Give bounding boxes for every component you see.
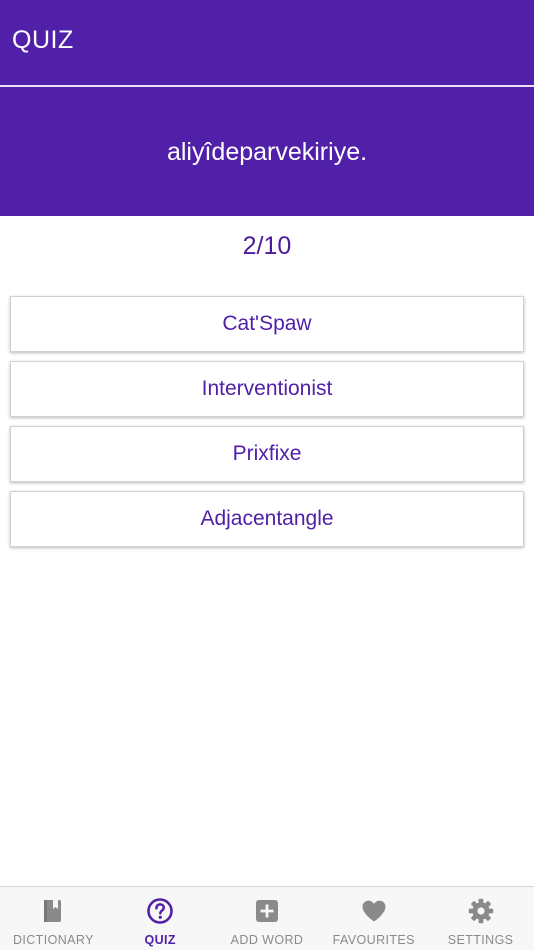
answer-option-4[interactable]: Adjacentangle bbox=[10, 491, 524, 547]
question-text: aliyîdeparvekiriye. bbox=[166, 138, 368, 166]
tab-dictionary-label: DICTIONARY bbox=[12, 933, 94, 947]
question-circle-icon bbox=[147, 898, 173, 924]
tab-favourites[interactable]: FAVOURITES bbox=[320, 887, 427, 950]
plus-square-icon bbox=[255, 900, 278, 922]
answer-option-1[interactable]: Cat'Spaw bbox=[10, 296, 524, 352]
header-bar: QUIZ bbox=[0, 0, 534, 86]
answer-option-2[interactable]: Interventionist bbox=[10, 361, 524, 417]
heart-icon bbox=[362, 900, 386, 922]
tab-dictionary[interactable]: DICTIONARY bbox=[0, 887, 107, 950]
tab-quiz[interactable]: QUIZ bbox=[107, 887, 214, 950]
app-screen: QUIZ aliyîdeparvekiriye. 2/10 Cat'Spaw I… bbox=[0, 0, 534, 950]
tab-favourites-label: FAVOURITES bbox=[332, 933, 415, 947]
question-panel: aliyîdeparvekiriye. bbox=[0, 87, 534, 216]
page-title: QUIZ bbox=[12, 26, 74, 54]
tab-add-word-label: ADD WORD bbox=[230, 933, 304, 947]
quiz-progress: 2/10 bbox=[242, 232, 292, 260]
tab-add-word[interactable]: ADD WORD bbox=[214, 887, 321, 950]
answer-option-3[interactable]: Prixfixe bbox=[10, 426, 524, 482]
tab-settings[interactable]: SETTINGS bbox=[427, 887, 534, 950]
bottom-tab-bar: DICTIONARY QUIZ ADD WORD FAVOURITES SETT… bbox=[0, 886, 534, 950]
book-icon bbox=[44, 900, 62, 922]
tab-settings-label: SETTINGS bbox=[447, 933, 514, 947]
tab-quiz-label: QUIZ bbox=[144, 933, 176, 947]
gear-icon bbox=[468, 898, 493, 924]
answer-options: Cat'Spaw Interventionist Prixfixe Adjace… bbox=[10, 296, 524, 556]
